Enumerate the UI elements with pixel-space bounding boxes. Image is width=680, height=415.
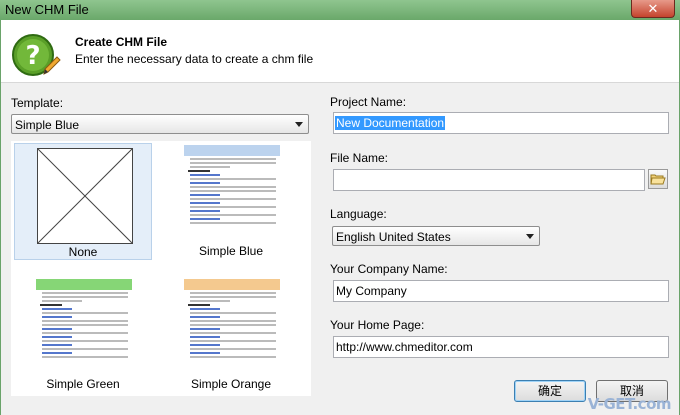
browse-button[interactable]	[648, 169, 668, 189]
template-thumbnail	[184, 145, 280, 243]
template-select-value: Simple Blue	[15, 118, 80, 132]
language-select-value: English United States	[336, 230, 451, 244]
home-page-label: Your Home Page:	[330, 318, 425, 332]
dialog-header: ? Create CHM File Enter the necessary da…	[1, 20, 679, 83]
title-bar: New CHM File ✕	[0, 0, 680, 20]
template-item-simple-orange[interactable]: Simple Orange	[162, 277, 300, 394]
help-question-icon: ?	[12, 34, 61, 76]
file-name-label: File Name:	[330, 151, 389, 165]
template-item-simple-green[interactable]: Simple Green	[14, 277, 152, 394]
template-select[interactable]: Simple Blue	[11, 114, 309, 134]
ok-button[interactable]: 确定	[514, 380, 586, 402]
chevron-down-icon	[526, 234, 534, 239]
template-item-label: Simple Blue	[198, 244, 264, 258]
dialog-body: ? Create CHM File Enter the necessary da…	[1, 20, 679, 415]
home-page-input[interactable]: http://www.chmeditor.com	[333, 336, 669, 358]
close-button[interactable]: ✕	[631, 0, 675, 18]
template-thumbnail	[184, 279, 280, 377]
project-name-input[interactable]: New Documentation	[333, 112, 669, 134]
company-label: Your Company Name:	[330, 262, 448, 276]
template-item-none[interactable]: None	[14, 143, 152, 260]
header-title: Create CHM File	[75, 35, 168, 49]
template-item-simple-blue[interactable]: Simple Blue	[162, 143, 300, 260]
company-value: My Company	[336, 284, 407, 298]
company-input[interactable]: My Company	[333, 280, 669, 302]
window-title: New CHM File	[5, 2, 89, 17]
template-gallery: None Simple Blue Simple Green Simple Ora…	[11, 141, 311, 396]
template-thumbnail	[36, 279, 132, 377]
empty-template-icon	[37, 148, 133, 244]
chevron-down-icon	[295, 122, 303, 127]
project-name-label: Project Name:	[330, 95, 407, 109]
project-name-value: New Documentation	[335, 116, 446, 130]
template-item-label: Simple Orange	[190, 377, 272, 391]
watermark-logo: V-GET.com	[587, 395, 672, 413]
home-page-value: http://www.chmeditor.com	[336, 340, 473, 354]
template-item-label: None	[68, 245, 98, 259]
file-name-input[interactable]	[333, 169, 645, 191]
language-select[interactable]: English United States	[332, 226, 540, 246]
header-subtitle: Enter the necessary data to create a chm…	[75, 52, 314, 66]
template-label: Template:	[11, 96, 64, 110]
language-label: Language:	[330, 207, 387, 221]
template-item-label: Simple Green	[46, 377, 120, 391]
svg-text:?: ?	[25, 41, 40, 71]
folder-open-icon	[650, 174, 666, 185]
